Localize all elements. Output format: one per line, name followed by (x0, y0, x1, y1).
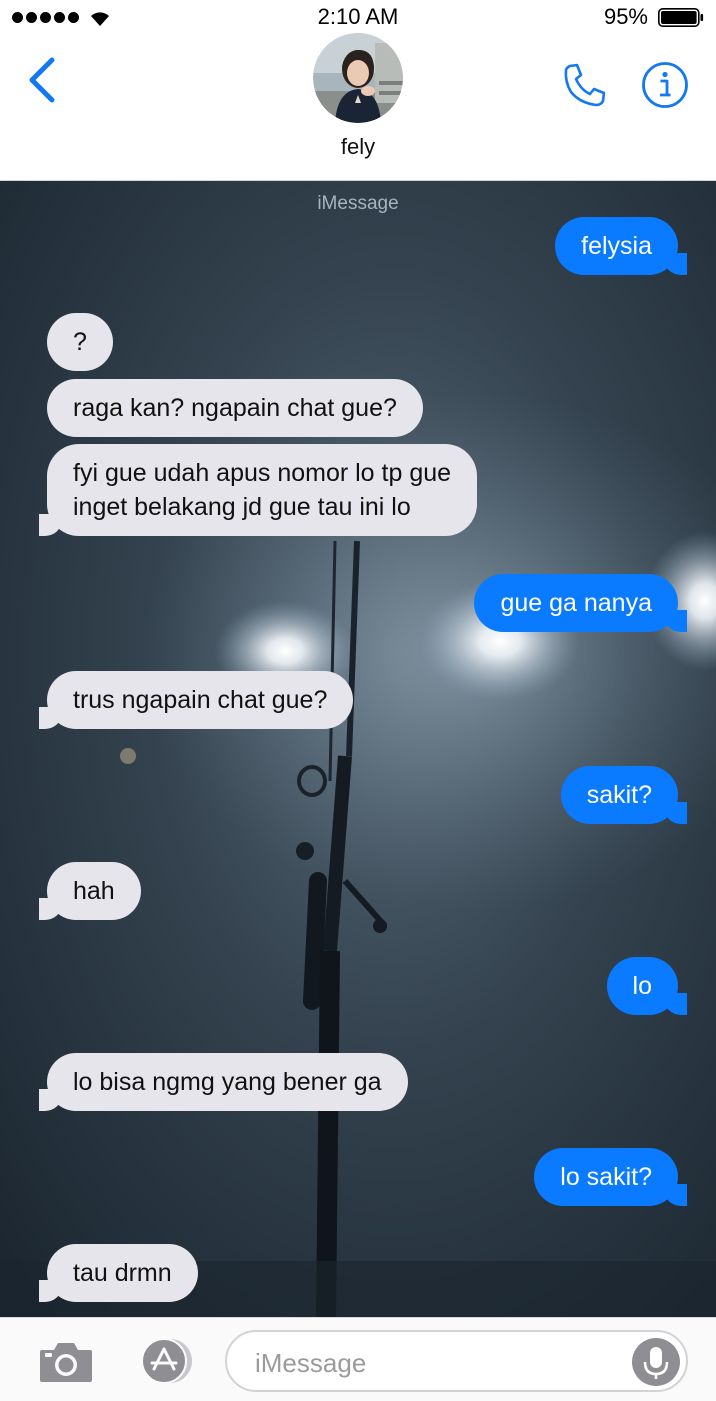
phone-icon (564, 63, 606, 107)
compose-bar (0, 1317, 716, 1401)
message-thread[interactable]: iMessage felysia ? raga kan? ngapain cha… (0, 181, 716, 1317)
app-store-button[interactable] (130, 1337, 196, 1385)
camera-icon (40, 1343, 92, 1382)
conversation-header: fely (0, 33, 716, 181)
dictation-button[interactable] (632, 1338, 680, 1386)
battery-icon (658, 8, 704, 27)
message-bubble-outgoing[interactable]: lo sakit? (534, 1148, 687, 1206)
message-input-field[interactable] (225, 1330, 688, 1392)
phone-call-button[interactable] (560, 60, 610, 110)
contact-avatar[interactable] (313, 33, 403, 123)
message-bubble-incoming[interactable]: trus ngapain chat gue? (38, 671, 354, 729)
message-bubble-outgoing[interactable]: sakit? (560, 766, 688, 824)
message-bubble-incoming[interactable]: ? (47, 313, 113, 371)
battery-percentage: 95% (603, 4, 648, 29)
message-line: fyi gue udah apus nomor lo tp gue (73, 459, 452, 487)
back-button[interactable] (24, 56, 60, 106)
chevron-left-icon (29, 57, 55, 103)
message-bubble-outgoing[interactable]: felysia (555, 217, 687, 275)
message-bubble-outgoing[interactable]: lo (606, 957, 688, 1015)
message-line: inget belakang jd gue tau ini lo (73, 493, 411, 521)
message-bubble-incoming[interactable]: hah (39, 862, 141, 920)
message-input[interactable] (253, 1346, 617, 1380)
service-label: iMessage (317, 193, 399, 214)
message-bubble-incoming[interactable]: fyi gue udah apus nomor lo tp gue inget … (38, 444, 478, 536)
message-bubble-incoming[interactable]: lo bisa ngmg yang bener ga (39, 1053, 408, 1111)
status-bar: 2:10 AM 95% (0, 0, 716, 36)
info-icon (642, 62, 688, 108)
message-bubble-outgoing[interactable]: gue ga nanya (474, 574, 687, 632)
message-bubble-incoming[interactable]: raga kan? ngapain chat gue? (47, 379, 423, 437)
message-bubble-incoming[interactable]: tau drmn (39, 1244, 198, 1302)
camera-button[interactable] (38, 1338, 94, 1384)
microphone-icon (643, 1347, 669, 1379)
app-store-icon (141, 1338, 192, 1384)
contact-name[interactable]: fely (0, 134, 716, 160)
info-button[interactable] (640, 60, 690, 110)
